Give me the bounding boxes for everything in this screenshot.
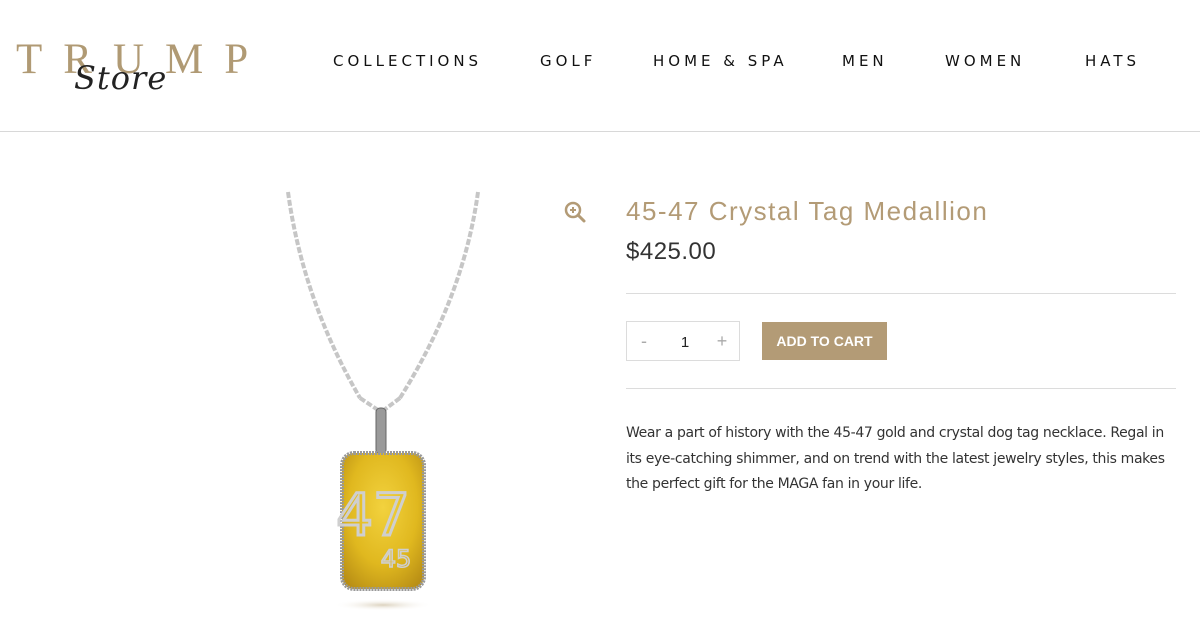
divider xyxy=(626,293,1176,294)
nav-item-golf[interactable]: GOLF xyxy=(540,52,596,70)
quantity-increase-button[interactable]: + xyxy=(711,330,733,352)
quantity-decrease-button[interactable]: - xyxy=(633,330,655,352)
product-price: $425.00 xyxy=(626,238,717,265)
chain-left xyxy=(286,191,362,400)
zoom-in-icon[interactable] xyxy=(563,200,587,224)
nav-item-hats[interactable]: HATS xyxy=(1085,52,1140,70)
divider xyxy=(626,388,1176,389)
product-image[interactable]: 47 45 xyxy=(270,190,510,615)
quantity-stepper: - + xyxy=(626,321,740,361)
product-description: Wear a part of history with the 45-47 go… xyxy=(626,425,1165,492)
nav-item-women[interactable]: WOMEN xyxy=(945,52,1025,70)
shadow xyxy=(333,599,433,611)
tag-digits-top: 47 xyxy=(336,481,410,549)
product-title: 45-47 Crystal Tag Medallion xyxy=(626,196,989,226)
site-header: TRUMP Store COLLECTIONS GOLF HOME & SPA … xyxy=(0,0,1200,132)
tag-digits-bottom: 45 xyxy=(381,545,412,573)
add-to-cart-button[interactable]: ADD TO CART xyxy=(762,322,887,360)
chain-right xyxy=(398,191,480,400)
nav-item-collections[interactable]: COLLECTIONS xyxy=(333,52,482,70)
nav-item-men[interactable]: MEN xyxy=(842,52,888,70)
nav-item-home-spa[interactable]: HOME & SPA xyxy=(653,52,788,70)
necklace-illustration: 47 45 xyxy=(286,191,480,611)
site-logo[interactable]: TRUMP Store xyxy=(16,38,248,108)
quantity-input[interactable] xyxy=(663,327,707,357)
main-nav: COLLECTIONS GOLF HOME & SPA MEN WOMEN HA… xyxy=(0,52,1200,72)
bail xyxy=(375,407,387,455)
